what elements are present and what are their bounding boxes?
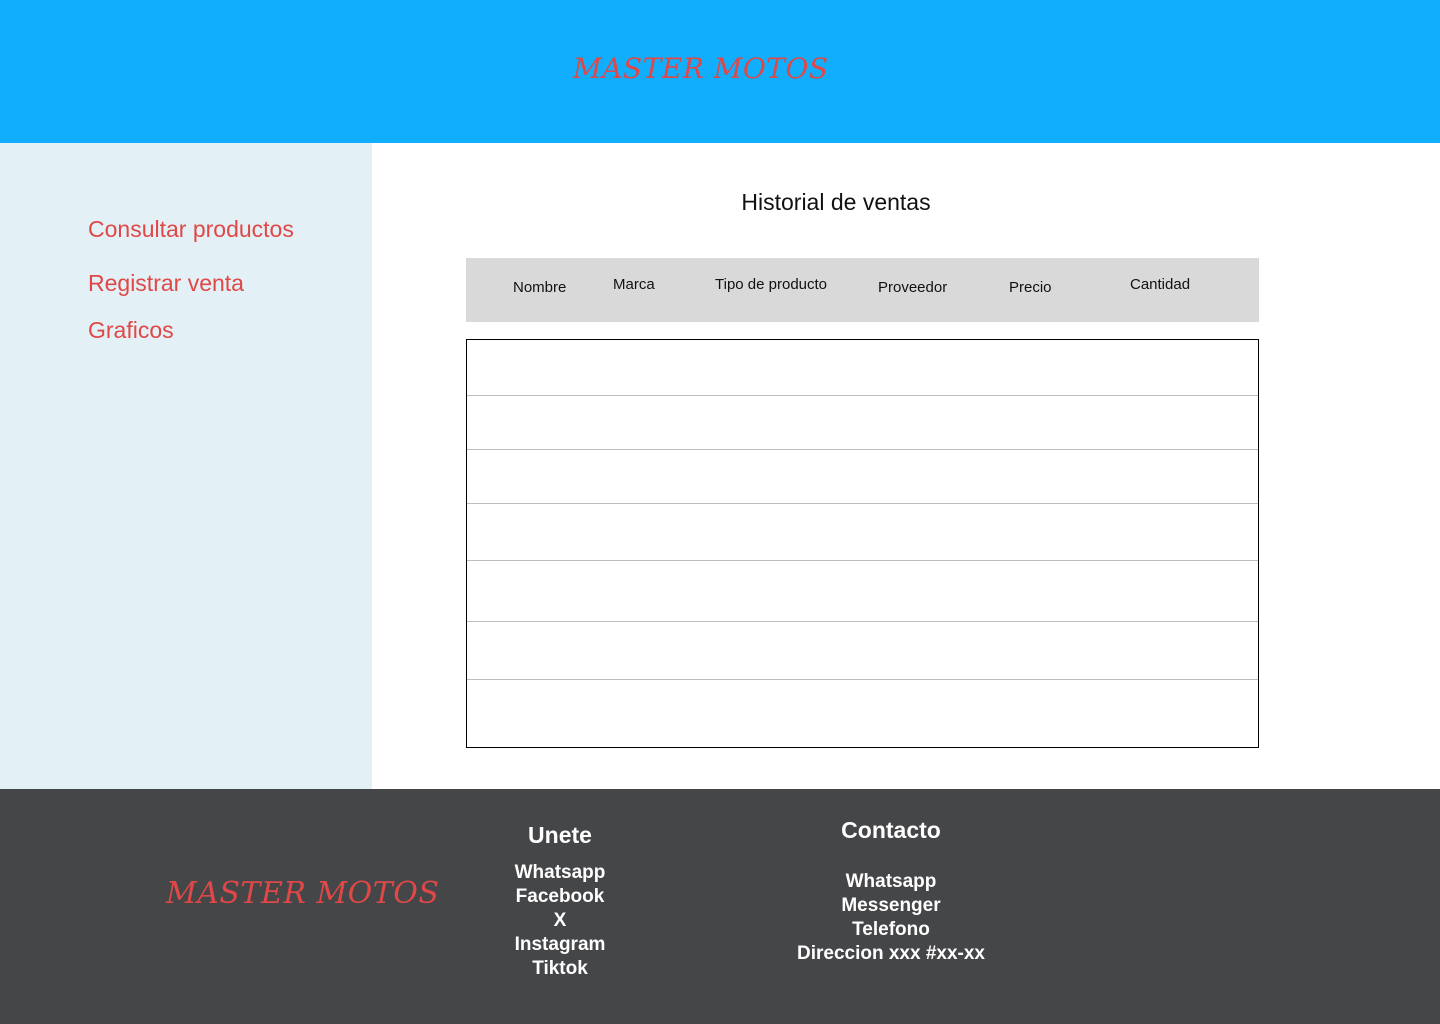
table-row[interactable] [467, 340, 1258, 396]
page-title: Historial de ventas [741, 189, 931, 215]
footer: MASTER MOTOS Unete Whatsapp Facebook X I… [0, 789, 1440, 1024]
table-row[interactable] [467, 450, 1258, 504]
column-header-nombre[interactable]: Nombre [513, 279, 566, 296]
table-row[interactable] [467, 622, 1258, 680]
footer-link-instagram[interactable]: Instagram [480, 933, 640, 957]
sidebar-item-consultar-productos[interactable]: Consultar productos [88, 216, 294, 243]
footer-link-x[interactable]: X [480, 909, 640, 933]
table-header: Nombre Marca Tipo de producto Proveedor … [466, 258, 1259, 322]
footer-contact-title: Contacto [841, 817, 941, 843]
brand-logo[interactable]: MASTER MOTOS [573, 52, 829, 85]
table-row[interactable] [467, 561, 1258, 622]
footer-link-tiktok[interactable]: Tiktok [480, 957, 640, 981]
footer-brand-logo: MASTER MOTOS [166, 876, 440, 911]
footer-link-whatsapp[interactable]: Whatsapp [480, 861, 640, 885]
footer-contact-whatsapp[interactable]: Whatsapp [781, 870, 1001, 894]
column-header-marca[interactable]: Marca [613, 276, 655, 293]
table-row[interactable] [467, 680, 1258, 747]
footer-join-title: Unete [528, 822, 592, 848]
footer-contact-telefono[interactable]: Telefono [781, 918, 1001, 942]
sidebar-item-registrar-venta[interactable]: Registrar venta [88, 270, 244, 297]
column-header-precio[interactable]: Precio [1009, 279, 1052, 296]
sidebar-item-graficos[interactable]: Graficos [88, 317, 174, 344]
header-bar: MASTER MOTOS [0, 0, 1440, 143]
table-row[interactable] [467, 396, 1258, 450]
sidebar: Consultar productos Registrar venta Graf… [0, 143, 372, 789]
table-row[interactable] [467, 504, 1258, 561]
footer-join-section: Unete Whatsapp Facebook X Instagram Tikt… [480, 822, 640, 981]
footer-link-facebook[interactable]: Facebook [480, 885, 640, 909]
column-header-cantidad[interactable]: Cantidad [1130, 276, 1190, 293]
sales-table [466, 339, 1259, 748]
footer-contact-direccion: Direccion xxx #xx-xx [796, 943, 985, 964]
footer-contact-section: Contacto Whatsapp Messenger Telefono Dir… [781, 817, 1001, 966]
footer-contact-messenger[interactable]: Messenger [781, 894, 1001, 918]
column-header-proveedor[interactable]: Proveedor [878, 279, 947, 296]
column-header-tipo-de-producto[interactable]: Tipo de producto [715, 276, 827, 293]
main-content: Historial de ventas Nombre Marca Tipo de… [372, 143, 1440, 789]
